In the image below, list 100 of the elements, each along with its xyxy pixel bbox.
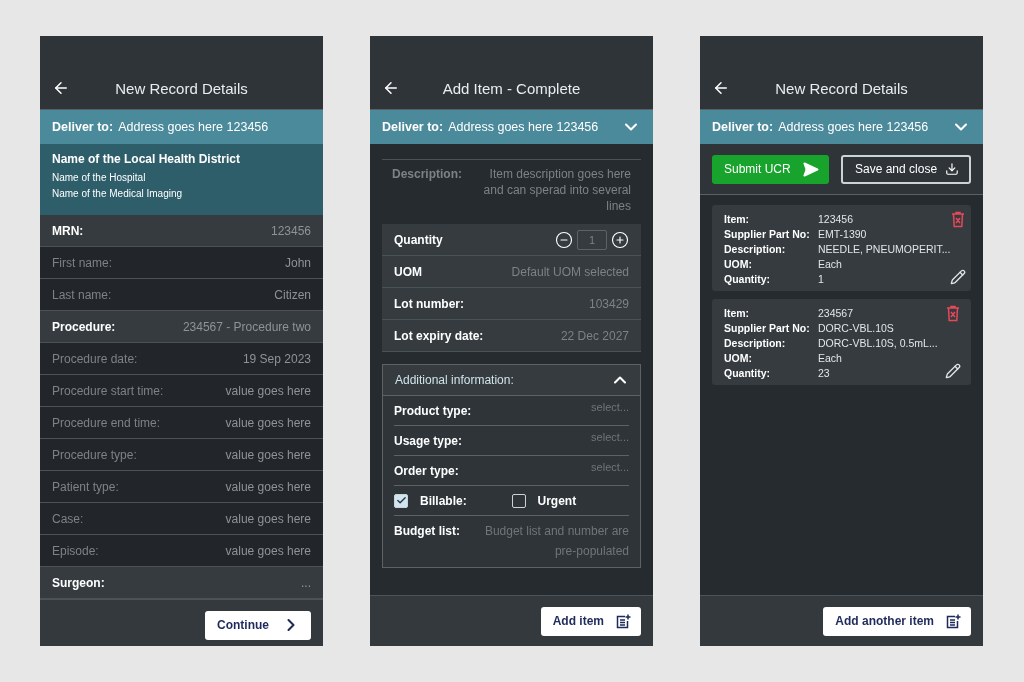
field-label: Procedure: <box>52 319 116 334</box>
field-label: UOM <box>394 264 422 279</box>
card-value: 123456 <box>818 213 855 225</box>
field-row[interactable]: Episode: value goes here <box>40 535 323 567</box>
field-row[interactable]: Patient type: value goes here <box>40 471 323 503</box>
card-label: Description: <box>724 337 787 349</box>
field-row[interactable]: Procedure: 234567 - Procedure two <box>40 311 323 343</box>
card-label: Quantity: <box>724 367 772 379</box>
card-label: Quantity: <box>724 273 772 285</box>
plus-icon[interactable] <box>611 230 629 249</box>
card-value: NEEDLE, PNEUMOPERIT... <box>818 243 951 255</box>
checkbox-label: Billable: <box>420 493 467 508</box>
minus-icon[interactable] <box>555 230 573 249</box>
card-label: Item: <box>724 213 751 225</box>
field-value: ... <box>301 575 311 590</box>
field-value: 123456 <box>270 223 311 238</box>
back-arrow-icon[interactable] <box>52 79 70 97</box>
add-list-icon <box>616 613 631 629</box>
description-label: Description: <box>392 166 462 183</box>
field-label: Order type: <box>394 463 459 478</box>
field-label: Usage type: <box>394 433 463 448</box>
field-value: value goes here <box>225 383 311 398</box>
field-label: Procedure start time: <box>52 383 164 398</box>
trash-icon[interactable] <box>951 211 966 228</box>
field-value: John <box>284 255 311 270</box>
card-label: Supplier Part No: <box>724 322 811 334</box>
field-label: Budget list: <box>394 523 460 540</box>
field-row[interactable]: Last name: Citizen <box>40 279 323 311</box>
pencil-icon[interactable] <box>950 269 967 285</box>
screen-title: New Record Details <box>114 80 249 97</box>
action-button[interactable]: Continue <box>205 610 311 640</box>
card-label: UOM: <box>724 352 753 364</box>
field-label: Lot number: <box>394 296 464 311</box>
card-label: Supplier Part No: <box>724 228 811 240</box>
trash-icon[interactable] <box>946 305 960 322</box>
checkbox[interactable] <box>394 493 408 508</box>
checkbox-label: Urgent <box>537 493 577 508</box>
additional-title: Additional information: <box>395 373 514 387</box>
field-row[interactable]: Case: value goes here <box>40 503 323 535</box>
add-list-icon <box>946 613 961 629</box>
select-field[interactable]: select... <box>591 460 629 473</box>
field-value: Default UOM selected <box>511 264 629 279</box>
card-label: Description: <box>724 243 787 255</box>
field-value: 19 Sep 2023 <box>242 351 311 366</box>
field-value: Budget list and number are pre-populated <box>483 523 629 560</box>
select-field[interactable]: select... <box>591 400 629 413</box>
field-value: 234567 - Procedure two <box>182 319 311 334</box>
field-value: value goes here <box>225 479 311 494</box>
field-row[interactable]: Procedure date: 19 Sep 2023 <box>40 343 323 375</box>
district-name: Name of the Local Health District <box>52 152 242 166</box>
download-icon <box>945 162 959 176</box>
card-label: Item: <box>724 307 751 319</box>
checkbox[interactable] <box>511 493 526 508</box>
back-arrow-icon[interactable] <box>382 79 400 97</box>
deliver-address: Address goes here 123456 <box>118 120 270 134</box>
field-row[interactable]: MRN: 123456 <box>40 215 323 247</box>
select-field[interactable]: select... <box>591 430 629 443</box>
field-label: Case: <box>52 511 84 526</box>
quantity-field[interactable]: 1 <box>577 229 607 250</box>
field-label: Procedure end time: <box>52 415 161 430</box>
description-value: Item description goes here and can sperad into several lines <box>482 166 631 214</box>
back-arrow-icon[interactable] <box>712 79 730 97</box>
screen-title: Add Item - Complete <box>441 80 582 97</box>
field-label: Surgeon: <box>52 575 105 590</box>
field-value: value goes here <box>225 447 311 462</box>
field-label: Lot expiry date: <box>394 328 484 343</box>
field-row[interactable]: Procedure end time: value goes here <box>40 407 323 439</box>
card-value: DORC-VBL.10S, 0.5mL... <box>818 337 938 349</box>
card-value: Each <box>818 258 843 270</box>
field-value: value goes here <box>225 543 311 558</box>
card-value: 234567 <box>818 307 855 319</box>
field-value: 103429 <box>588 296 629 311</box>
field-value: 22 Dec 2027 <box>560 328 629 343</box>
field-label: Procedure date: <box>52 351 138 366</box>
card-value: DORC-VBL.10S <box>818 322 895 334</box>
field-label: Procedure type: <box>52 447 137 462</box>
field-label: MRN: <box>52 223 84 238</box>
field-label: Episode: <box>52 543 99 558</box>
field-row[interactable]: Procedure type: value goes here <box>40 439 323 471</box>
field-label: First name: <box>52 255 112 270</box>
deliver-label: Deliver to: <box>712 120 774 134</box>
field-value: value goes here <box>225 511 311 526</box>
card-value: 23 <box>818 367 831 379</box>
field-value: Citizen <box>274 287 311 302</box>
facility-name: Name of the Hospital <box>52 172 147 183</box>
quantity-label: Quantity <box>394 232 443 247</box>
field-row[interactable]: Surgeon: ... <box>40 567 323 599</box>
field-row[interactable]: First name: John <box>40 247 323 279</box>
deliver-label: Deliver to: <box>52 120 114 134</box>
pencil-icon[interactable] <box>945 363 961 379</box>
action-button[interactable]: Add item <box>540 606 641 636</box>
facility-name: Name of the Medical Imaging <box>52 188 184 199</box>
submit-button[interactable]: Submit UCR <box>712 154 829 184</box>
save-button[interactable]: Save and close <box>841 154 971 184</box>
deliver-address: Address goes here 123456 <box>778 120 930 134</box>
action-button[interactable]: Add another item <box>823 606 971 636</box>
deliver-address: Address goes here 123456 <box>448 120 600 134</box>
card-value: EMT-1390 <box>818 228 868 240</box>
field-row[interactable]: Procedure start time: value goes here <box>40 375 323 407</box>
field-value: value goes here <box>225 415 311 430</box>
